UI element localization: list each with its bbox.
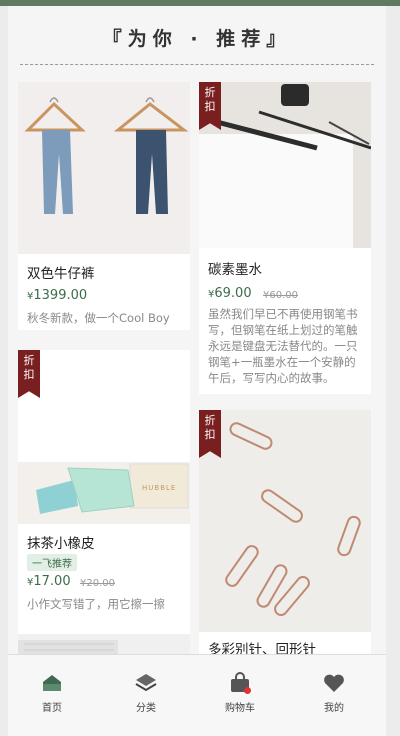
product-name: 碳素墨水 [208, 262, 262, 278]
ribbon-char: 扣 [23, 368, 35, 381]
cart-badge-dot [244, 687, 251, 694]
ribbon-char: 折 [204, 86, 216, 99]
ribbon-char: 折 [23, 354, 35, 367]
recommend-tag: 一飞推荐 [27, 554, 77, 571]
tab-home[interactable]: 首页 [22, 671, 82, 714]
tab-label: 首页 [42, 703, 62, 714]
tab-category[interactable]: 分类 [116, 671, 176, 714]
product-card-clips[interactable]: 折扣 多彩别针、回形针 [199, 410, 371, 654]
product-price-value: 17.00 [33, 574, 71, 589]
product-name: 双色牛仔裤 [27, 266, 95, 282]
ribbon-char: 扣 [204, 100, 216, 113]
category-icon [135, 674, 157, 692]
product-card-jeans[interactable]: 双色牛仔裤 ¥1399.00 秋冬新款，做一个Cool Boy [18, 82, 190, 330]
product-price: ¥1399.00 [27, 288, 87, 303]
heart-icon [324, 674, 344, 692]
product-card-eraser[interactable]: 折扣 HUBBLE 抹茶小橡皮 一飞推荐 ¥17.00 ¥20.00 小作文写错… [18, 350, 190, 636]
product-price: ¥69.00 [208, 286, 252, 301]
product-description: 秋冬新款，做一个Cool Boy [27, 311, 170, 325]
recommend-page: 『为你 · 推荐』 双色牛仔裤 ¥1399.00 秋冬新款，做一个Cool Bo… [8, 6, 386, 736]
ribbon-char: 扣 [204, 428, 216, 441]
ribbon-char: 折 [204, 414, 216, 427]
product-name: 多彩别针、回形针 [208, 642, 316, 654]
product-price: ¥17.00 [27, 574, 71, 589]
section-title: 『为你 · 推荐』 [102, 28, 292, 50]
bottom-tab-bar: 首页 分类 购物车 我的 [8, 654, 386, 736]
tab-label: 我的 [324, 703, 344, 714]
home-icon [43, 675, 61, 691]
eraser-image: HUBBLE [18, 462, 190, 524]
tab-cart[interactable]: 购物车 [210, 671, 270, 714]
original-price: ¥60.00 [263, 290, 298, 301]
tab-label: 购物车 [225, 703, 255, 714]
product-description: 小作文写错了，用它擦一擦 [27, 597, 165, 611]
product-price-value: 69.00 [214, 286, 252, 301]
tab-label: 分类 [136, 703, 156, 714]
discount-ribbon: 折扣 [199, 82, 221, 130]
product-card-ink[interactable]: 折扣 碳素墨水 ¥69.00 ¥60.00 虽然我们早已不再使用钢笔书写，但钢笔… [199, 82, 371, 394]
discount-ribbon: 折扣 [18, 350, 40, 398]
tab-mine[interactable]: 我的 [304, 671, 364, 714]
ink-image [199, 82, 371, 248]
product-name: 抹茶小橡皮 [27, 536, 95, 552]
title-divider [20, 64, 374, 65]
product-price-value: 1399.00 [33, 288, 88, 303]
discount-ribbon: 折扣 [199, 410, 221, 458]
clips-image [199, 410, 371, 632]
jeans-image [18, 82, 190, 254]
product-description: 虽然我们早已不再使用钢笔书写，但钢笔在纸上划过的笔触永远是键盘无法替代的。一只钢… [208, 307, 358, 385]
original-price: ¥20.00 [80, 578, 115, 589]
eraser-brand-text: HUBBLE [142, 484, 176, 492]
